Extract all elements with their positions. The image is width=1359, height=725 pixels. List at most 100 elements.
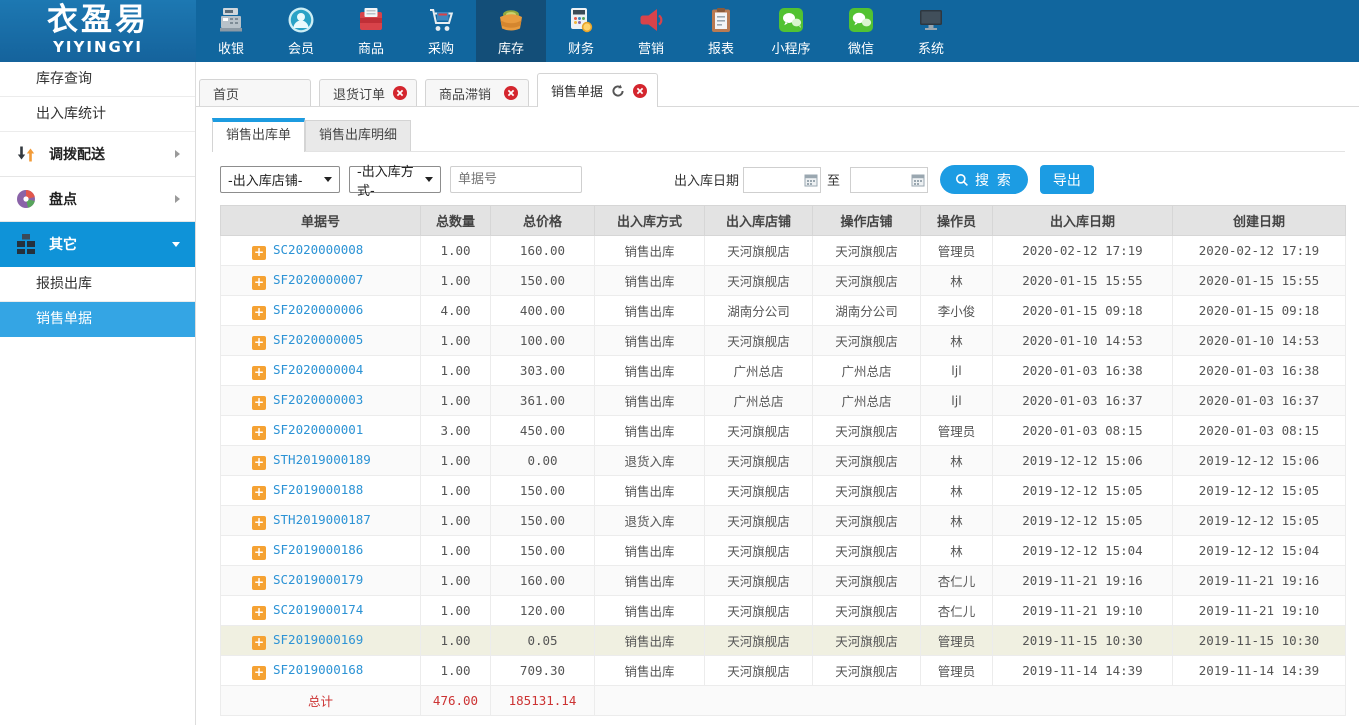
sidebar-section-stocktake[interactable]: 盘点 xyxy=(0,177,195,222)
cell-qty: 1.00 xyxy=(421,266,491,296)
nav-item-marketing[interactable]: 营销 xyxy=(616,0,686,62)
tab-page-1[interactable]: 退货订单 xyxy=(319,79,417,106)
expand-icon[interactable]: + xyxy=(252,576,266,590)
nav-item-purchase[interactable]: 采购 xyxy=(406,0,476,62)
cell-created: 2020-01-15 09:18 xyxy=(1173,296,1346,326)
subtab-0[interactable]: 销售出库单 xyxy=(212,118,305,152)
sidebar-item-damage-out[interactable]: 报损出库 xyxy=(0,267,195,302)
cell-operator: ljl xyxy=(921,356,993,386)
document-link[interactable]: SF2020000001 xyxy=(273,422,363,437)
expand-icon[interactable]: + xyxy=(252,546,266,560)
expand-icon[interactable]: + xyxy=(252,396,266,410)
cell-docno: + SC2020000008 xyxy=(221,236,421,266)
cell-docno: + SF2020000006 xyxy=(221,296,421,326)
date-from-input[interactable] xyxy=(743,167,821,193)
cell-opstore: 天河旗舰店 xyxy=(813,236,921,266)
document-link[interactable]: SC2019000179 xyxy=(273,572,363,587)
expand-icon[interactable]: + xyxy=(252,636,266,650)
cell-price: 150.00 xyxy=(491,266,595,296)
tab-page-2[interactable]: 商品滞销 xyxy=(425,79,529,106)
logo-subtitle: YIYINGYI xyxy=(0,39,196,55)
cell-store: 天河旗舰店 xyxy=(705,416,813,446)
expand-icon[interactable]: + xyxy=(252,426,266,440)
piechart-icon xyxy=(15,188,37,210)
document-link[interactable]: SF2019000169 xyxy=(273,632,363,647)
chevron-down-icon xyxy=(172,242,180,247)
close-icon[interactable] xyxy=(504,86,518,100)
table-row: +SC20190001741.00120.00销售出库天河旗舰店天河旗舰店杏仁儿… xyxy=(221,596,1346,626)
subtab-bar: 销售出库单销售出库明细 xyxy=(212,118,1345,152)
document-link[interactable]: SF2020000006 xyxy=(273,302,363,317)
tab-page-3[interactable]: 销售单据 xyxy=(537,73,658,107)
nav-item-finance[interactable]: 财务 xyxy=(546,0,616,62)
cell-opstore: 湖南分公司 xyxy=(813,296,921,326)
nav-item-miniprogram[interactable]: 小程序 xyxy=(756,0,826,62)
nav-item-member[interactable]: 会员 xyxy=(266,0,336,62)
cell-outdate: 2020-01-15 09:18 xyxy=(993,296,1173,326)
nav-item-inventory[interactable]: 库存 xyxy=(476,0,546,62)
filter-bar: -出入库店铺- -出入库方式- 出入库日期 至 搜 索 xyxy=(220,165,1359,194)
expand-icon[interactable]: + xyxy=(252,306,266,320)
nav-item-goods[interactable]: 商品 xyxy=(336,0,406,62)
docno-input[interactable] xyxy=(450,166,582,193)
subtab-1[interactable]: 销售出库明细 xyxy=(305,120,411,151)
search-button[interactable]: 搜 索 xyxy=(940,165,1028,194)
expand-icon[interactable]: + xyxy=(252,246,266,260)
tab-bar: 首页退货订单商品滞销销售单据 xyxy=(196,62,1359,107)
expand-icon[interactable]: + xyxy=(252,516,266,530)
column-header-operator: 操作员 xyxy=(921,206,993,236)
table-row: +SF20200000041.00303.00销售出库广州总店广州总店ljl20… xyxy=(221,356,1346,386)
member-icon xyxy=(286,5,316,35)
document-link[interactable]: SC2019000174 xyxy=(273,602,363,617)
cell-outdate: 2019-11-15 10:30 xyxy=(993,626,1173,656)
goods-icon xyxy=(356,5,386,35)
cell-price: 150.00 xyxy=(491,536,595,566)
table-row: +SF20200000064.00400.00销售出库湖南分公司湖南分公司李小俊… xyxy=(221,296,1346,326)
method-filter-select[interactable]: -出入库方式- xyxy=(349,166,441,193)
cell-operator: ljl xyxy=(921,386,993,416)
expand-icon[interactable]: + xyxy=(252,606,266,620)
nav-item-report[interactable]: 报表 xyxy=(686,0,756,62)
document-link[interactable]: SF2019000186 xyxy=(273,542,363,557)
date-to-label: 至 xyxy=(827,170,840,189)
document-link[interactable]: SF2020000005 xyxy=(273,332,363,347)
expand-icon[interactable]: + xyxy=(252,276,266,290)
nav-item-cashier[interactable]: 收银 xyxy=(196,0,266,62)
document-link[interactable]: SF2019000168 xyxy=(273,662,363,677)
sidebar-item-sales-doc[interactable]: 销售单据 xyxy=(0,302,195,337)
document-link[interactable]: SF2020000007 xyxy=(273,272,363,287)
cell-method: 销售出库 xyxy=(595,296,705,326)
expand-icon[interactable]: + xyxy=(252,666,266,680)
expand-icon[interactable]: + xyxy=(252,366,266,380)
nav-item-system[interactable]: 系统 xyxy=(896,0,966,62)
cell-price: 361.00 xyxy=(491,386,595,416)
sidebar-section-other[interactable]: 其它 xyxy=(0,222,195,267)
close-icon[interactable] xyxy=(633,84,647,98)
date-to-input[interactable] xyxy=(850,167,928,193)
sidebar-section-transfer[interactable]: 调拨配送 xyxy=(0,132,195,177)
cell-price: 160.00 xyxy=(491,236,595,266)
document-link[interactable]: SF2020000004 xyxy=(273,362,363,377)
export-button[interactable]: 导出 xyxy=(1040,165,1094,194)
sidebar: 库存查询出入库统计调拨配送盘点其它报损出库销售单据 xyxy=(0,62,196,725)
expand-icon[interactable]: + xyxy=(252,456,266,470)
store-filter-select[interactable]: -出入库店铺- xyxy=(220,166,340,193)
sidebar-item-stock-query[interactable]: 库存查询 xyxy=(0,62,195,97)
nav-item-wechat[interactable]: 微信 xyxy=(826,0,896,62)
document-link[interactable]: STH2019000189 xyxy=(273,452,371,467)
document-link[interactable]: SF2020000003 xyxy=(273,392,363,407)
table-row: +SF20200000013.00450.00销售出库天河旗舰店天河旗舰店管理员… xyxy=(221,416,1346,446)
expand-icon[interactable]: + xyxy=(252,336,266,350)
cell-store: 天河旗舰店 xyxy=(705,266,813,296)
close-icon[interactable] xyxy=(393,86,407,100)
cell-opstore: 天河旗舰店 xyxy=(813,266,921,296)
document-link[interactable]: SC2020000008 xyxy=(273,242,363,257)
document-link[interactable]: STH2019000187 xyxy=(273,512,371,527)
expand-icon[interactable]: + xyxy=(252,486,266,500)
sidebar-section-label: 盘点 xyxy=(49,189,77,209)
refresh-icon[interactable] xyxy=(611,84,625,98)
document-link[interactable]: SF2019000188 xyxy=(273,482,363,497)
sidebar-item-inout-stats[interactable]: 出入库统计 xyxy=(0,97,195,132)
report-icon xyxy=(706,5,736,35)
tab-home[interactable]: 首页 xyxy=(199,79,311,106)
